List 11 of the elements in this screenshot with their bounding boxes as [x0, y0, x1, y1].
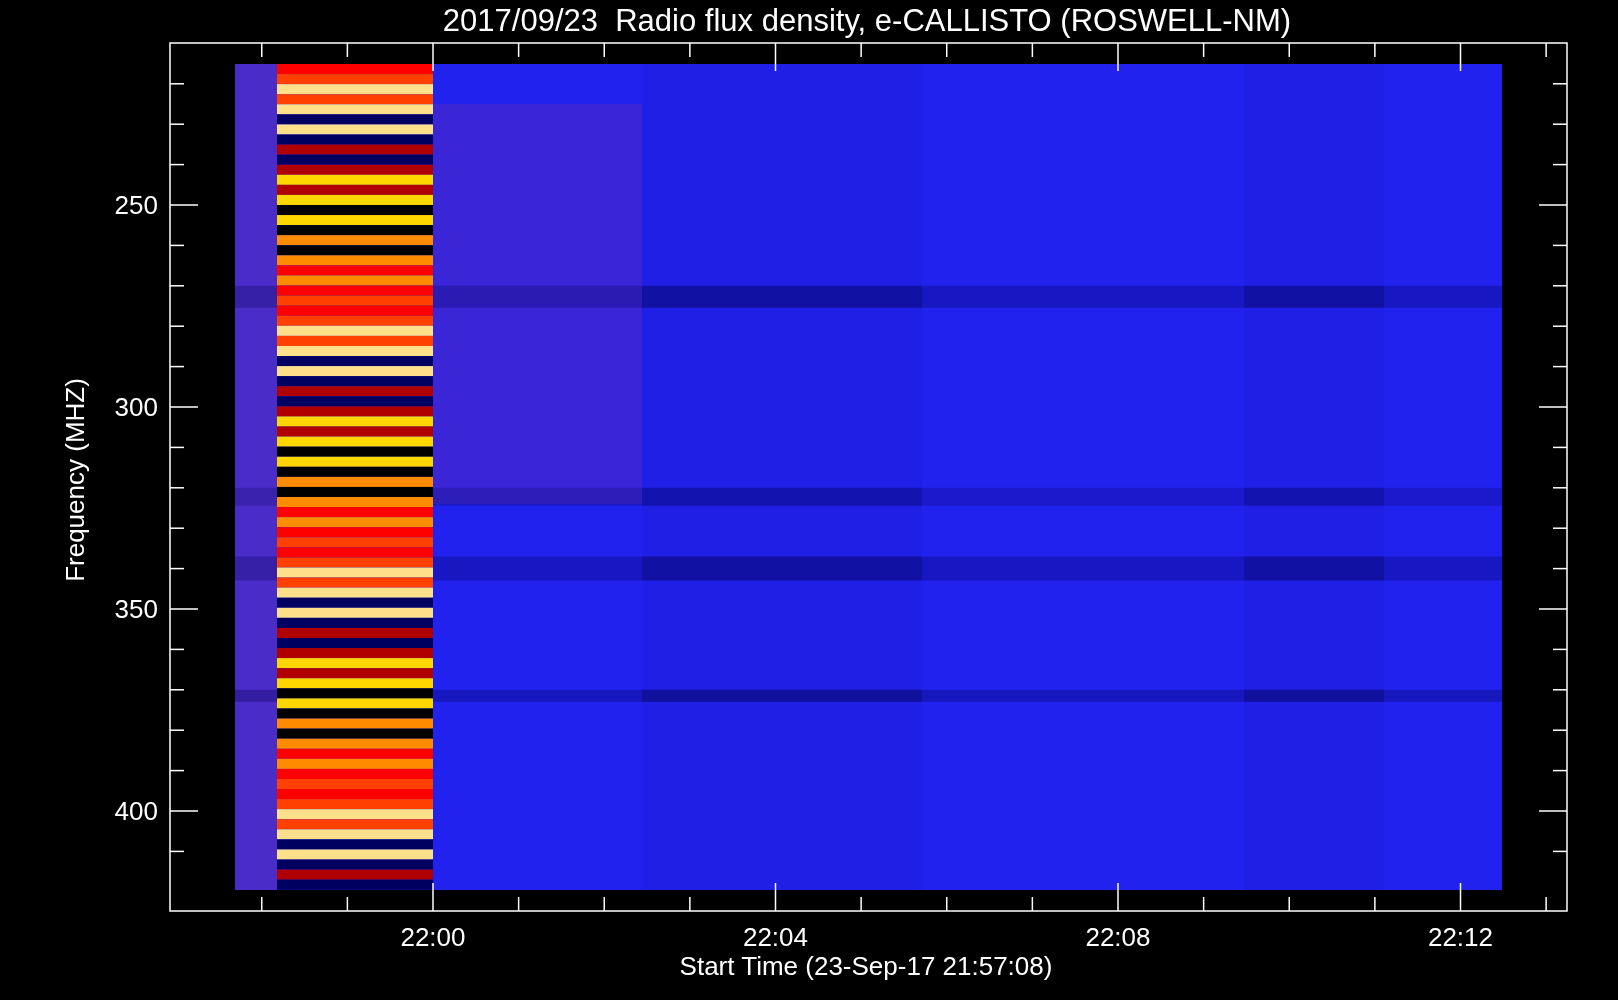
x-tick-label: 22:00 — [400, 922, 466, 952]
y-tick-label: 250 — [114, 190, 158, 220]
y-axis-label: Frequency (MHZ) — [60, 378, 90, 582]
y-tick-label: 350 — [114, 594, 158, 624]
x-axis-label: Start Time (23-Sep-17 21:57:08) — [679, 951, 1053, 981]
y-tick-label: 300 — [114, 392, 158, 422]
x-tick-label: 22:08 — [1085, 922, 1151, 952]
x-tick-label: 22:12 — [1427, 922, 1494, 952]
x-tick-label: 22:04 — [742, 922, 809, 952]
chart-title: 2017/09/23 Radio flux density, e-CALLISTO (ROSWELL-NM) — [442, 3, 1292, 38]
y-tick-label: 400 — [114, 796, 158, 826]
